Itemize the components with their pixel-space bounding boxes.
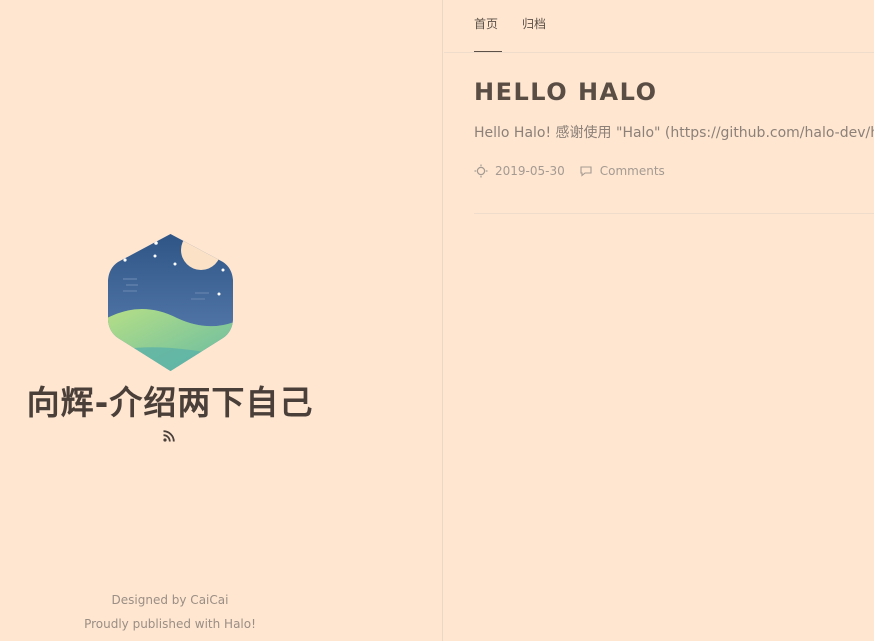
top-nav: 首页 归档 bbox=[444, 0, 874, 53]
avatar[interactable] bbox=[107, 232, 234, 373]
post-title[interactable]: HELLO HALO bbox=[474, 78, 657, 106]
post-meta: 2019-05-30 Comments bbox=[474, 162, 665, 180]
sidebar: 向辉-介绍两下自己 Designed by CaiCai Proudly pub… bbox=[0, 0, 443, 641]
page: 向辉-介绍两下自己 Designed by CaiCai Proudly pub… bbox=[0, 0, 874, 641]
nav-item-home[interactable]: 首页 bbox=[474, 15, 503, 52]
post-divider bbox=[474, 213, 874, 214]
post-excerpt: Hello Halo! 感谢使用 "Halo" (https://github.… bbox=[474, 125, 874, 141]
site-title[interactable]: 向辉-介绍两下自己 bbox=[0, 376, 340, 424]
sun-icon bbox=[474, 164, 488, 178]
comment-icon bbox=[579, 164, 593, 178]
designed-by-text: Designed by CaiCai bbox=[111, 593, 229, 607]
published-with-text: Proudly published with Halo! bbox=[84, 617, 256, 631]
main-content: 首页 归档 HELLO HALO Hello Halo! 感谢使用 "Halo"… bbox=[444, 0, 874, 641]
comments-link[interactable]: Comments bbox=[600, 164, 665, 178]
post-date: 2019-05-30 bbox=[495, 164, 565, 178]
rss-icon[interactable] bbox=[160, 428, 178, 444]
nav-item-archives[interactable]: 归档 bbox=[522, 15, 546, 32]
